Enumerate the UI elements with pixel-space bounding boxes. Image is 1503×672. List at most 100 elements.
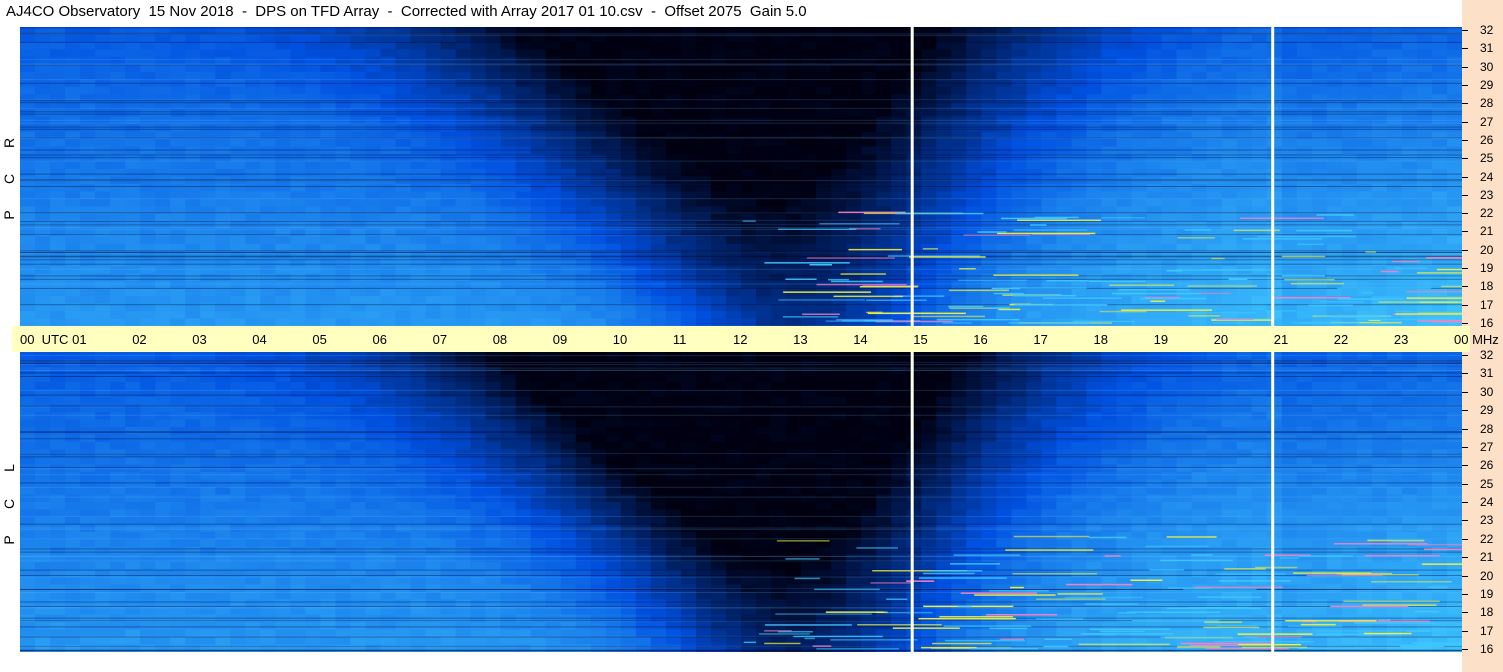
heatmap-cell bbox=[741, 273, 757, 282]
heatmap-cell bbox=[515, 412, 532, 421]
heatmap-cell bbox=[1266, 382, 1283, 391]
heatmap-cell bbox=[455, 221, 472, 230]
heatmap-cell bbox=[20, 109, 36, 118]
heatmap-cell bbox=[1266, 94, 1283, 103]
streak-line bbox=[20, 224, 1462, 226]
heatmap-cell bbox=[710, 374, 727, 383]
heatmap-cell bbox=[155, 71, 171, 80]
heatmap-cell bbox=[1416, 412, 1433, 421]
heatmap-cell bbox=[1236, 412, 1253, 421]
heatmap-cell bbox=[1341, 288, 1358, 297]
heatmap-cell bbox=[771, 419, 787, 428]
heatmap-cell bbox=[1131, 161, 1148, 170]
heatmap-cell bbox=[215, 221, 231, 230]
heatmap-cell bbox=[500, 169, 517, 178]
heatmap-cell bbox=[861, 71, 877, 80]
heatmap-cell bbox=[665, 49, 682, 58]
heatmap-cell bbox=[440, 198, 457, 207]
heatmap-cell bbox=[771, 311, 787, 320]
heatmap-cell bbox=[1161, 311, 1178, 320]
heatmap-cell bbox=[80, 397, 96, 406]
heatmap-cell bbox=[245, 374, 261, 383]
heatmap-cell bbox=[485, 397, 502, 406]
heatmap-cell bbox=[846, 109, 862, 118]
heatmap-cell bbox=[245, 266, 261, 275]
heatmap-cell bbox=[921, 183, 937, 193]
heatmap-cell bbox=[20, 296, 36, 305]
heatmap-cell bbox=[245, 412, 261, 421]
emission-stroke bbox=[993, 274, 1079, 276]
heatmap-cell bbox=[966, 161, 982, 170]
heatmap-cell bbox=[620, 318, 637, 326]
heatmap-cell bbox=[1146, 221, 1163, 230]
heatmap-cell bbox=[1146, 41, 1163, 51]
heatmap-cell bbox=[1116, 86, 1133, 95]
heatmap-cell bbox=[395, 49, 412, 58]
heatmap-cell bbox=[65, 86, 81, 95]
heatmap-cell bbox=[590, 109, 607, 118]
heatmap-cell bbox=[110, 198, 126, 207]
heatmap-cell bbox=[981, 146, 997, 155]
heatmap-cell bbox=[35, 412, 51, 421]
heatmap-cell bbox=[230, 311, 246, 320]
heatmap-cell bbox=[170, 382, 186, 391]
heatmap-cell bbox=[440, 94, 457, 103]
heatmap-cell bbox=[440, 221, 457, 230]
heatmap-cell bbox=[335, 236, 352, 245]
heatmap-cell bbox=[635, 288, 652, 297]
emission-stroke bbox=[1089, 280, 1146, 283]
heatmap-cell bbox=[1356, 382, 1373, 391]
heatmap-cell bbox=[365, 318, 382, 326]
heatmap-cell bbox=[260, 94, 276, 103]
heatmap-cell bbox=[275, 161, 291, 170]
emission-stroke bbox=[1042, 297, 1123, 299]
heatmap-cell bbox=[560, 311, 577, 320]
heatmap-cell bbox=[1176, 397, 1193, 406]
heatmap-cell bbox=[831, 419, 847, 428]
heatmap-cell bbox=[455, 71, 472, 80]
heatmap-cell bbox=[1221, 124, 1238, 133]
heatmap-cell bbox=[230, 296, 246, 305]
heatmap-cell bbox=[936, 86, 952, 95]
heatmap-cell bbox=[1101, 382, 1118, 391]
heatmap-cell bbox=[95, 318, 111, 326]
heatmap-cell bbox=[710, 296, 727, 305]
heatmap-cell bbox=[1386, 236, 1403, 245]
heatmap-cell bbox=[846, 49, 862, 58]
heatmap-cell bbox=[786, 236, 802, 245]
heatmap-cell bbox=[1341, 374, 1358, 383]
heatmap-cell bbox=[786, 374, 802, 383]
heatmap-cell bbox=[305, 419, 322, 428]
heatmap-cell bbox=[1101, 236, 1118, 245]
heatmap-cell bbox=[1431, 311, 1448, 320]
heatmap-cell bbox=[1401, 41, 1418, 51]
heatmap-cell bbox=[756, 124, 772, 133]
heatmap-cell bbox=[741, 288, 757, 297]
heatmap-cell bbox=[290, 273, 306, 282]
heatmap-cell bbox=[1056, 139, 1073, 148]
heatmap-cell bbox=[725, 296, 742, 305]
heatmap-cell bbox=[545, 412, 562, 421]
heatmap-cell bbox=[425, 397, 442, 406]
heatmap-cell bbox=[756, 109, 772, 118]
heatmap-cell bbox=[410, 374, 427, 383]
heatmap-cell bbox=[515, 146, 532, 155]
heatmap-cell bbox=[1356, 94, 1373, 103]
heatmap-cell bbox=[801, 139, 817, 148]
heatmap-cell bbox=[110, 86, 126, 95]
heatmap-cell bbox=[590, 86, 607, 95]
heatmap-cell bbox=[1416, 49, 1433, 58]
heatmap-cell bbox=[380, 311, 397, 320]
heatmap-cell bbox=[290, 94, 306, 103]
heatmap-cell bbox=[560, 139, 577, 148]
heatmap-cell bbox=[1146, 273, 1163, 282]
heatmap-cell bbox=[831, 169, 847, 178]
heatmap-cell bbox=[260, 397, 276, 406]
heatmap-cell bbox=[155, 419, 171, 428]
heatmap-cell bbox=[365, 49, 382, 58]
heatmap-cell bbox=[1086, 49, 1103, 58]
heatmap-cell bbox=[185, 266, 201, 275]
heatmap-cell bbox=[650, 139, 667, 148]
heatmap-cell bbox=[605, 311, 622, 320]
heatmap-cell bbox=[605, 397, 622, 406]
